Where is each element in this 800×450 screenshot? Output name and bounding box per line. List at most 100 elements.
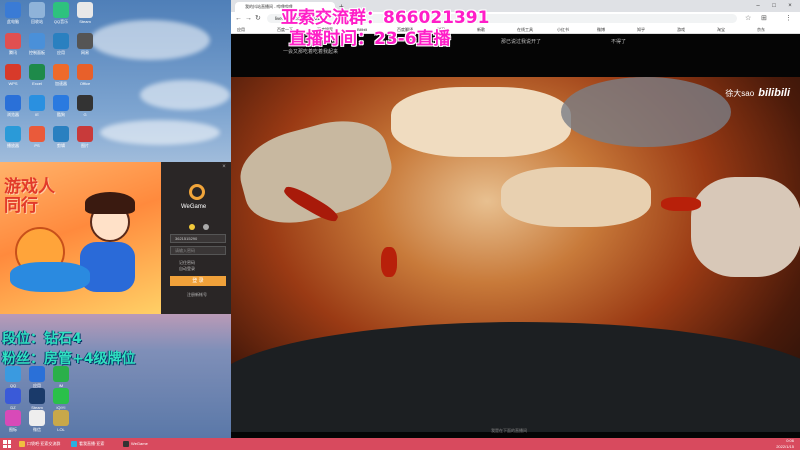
app-icon [77, 95, 93, 111]
desktop-icon[interactable]: 回收站 [26, 2, 48, 24]
app-icon [5, 95, 21, 111]
app-icon [5, 2, 21, 18]
desktop-icon[interactable]: Steam [74, 2, 96, 24]
desktop-icon[interactable]: 应用 [26, 366, 48, 388]
app-icon [29, 33, 45, 49]
chili [661, 197, 701, 211]
desktop-icon-label: Excel [32, 81, 42, 86]
reload-icon[interactable]: ↻ [255, 12, 261, 25]
desktop-icon[interactable]: 加速器 [50, 64, 72, 86]
bookmark-item[interactable]: 小红书 [557, 25, 569, 34]
desktop-icon[interactable]: 微信 [26, 410, 48, 432]
app-icon [29, 2, 45, 18]
taskbar-app-label: WeGame [131, 441, 148, 446]
desktop-icon[interactable]: Steam [26, 388, 48, 410]
desktop-icon[interactable]: 酷狗 [50, 95, 72, 117]
bookmark-item[interactable]: 淘宝 [717, 25, 725, 34]
qq-login-icon[interactable] [189, 224, 195, 230]
app-icon [29, 410, 45, 426]
bookmark-item[interactable]: 知乎 [637, 25, 645, 34]
video-watermark: 徐大sao bilibili [725, 87, 790, 99]
desktop-icon-label: IE [35, 112, 39, 117]
taskbar-app-button[interactable]: 看我直播·亚索 [70, 439, 104, 449]
wegame-banner-title: 游戏人 同行 [4, 178, 55, 216]
register-link[interactable]: 注册新帐号 [187, 292, 207, 298]
desktop-icon[interactable]: 剪辑 [50, 126, 72, 148]
app-icon [77, 126, 93, 142]
auto-login-checkbox[interactable]: 自动登录 [179, 266, 195, 272]
desktop-icon[interactable]: Excel [26, 64, 48, 86]
cloud-shape [100, 120, 220, 145]
app-icon [5, 388, 21, 404]
desktop-icon[interactable]: 应用 [50, 33, 72, 55]
bookmark-item[interactable]: 微博 [597, 25, 605, 34]
lyric-line-1: 一会又那吃着吃着我起来 [283, 49, 339, 55]
desktop-icon[interactable]: 图片 [74, 126, 96, 148]
desktop-icon[interactable]: DZ [2, 388, 24, 410]
desktop-icon[interactable]: QQ音乐 [50, 2, 72, 24]
star-icon[interactable]: ☆ [745, 12, 751, 25]
desktop-icon[interactable]: 腾讯 [2, 33, 24, 55]
desktop-icon[interactable]: Office [74, 64, 96, 86]
app-icon [77, 64, 93, 80]
desktop-icon-label: 播放器 [7, 143, 19, 148]
bookmark-item[interactable]: 在线工具 [517, 25, 533, 34]
desktop-icon[interactable]: LOL [50, 410, 72, 432]
app-icon [5, 126, 21, 142]
password-field[interactable]: 请输入密码 [170, 246, 226, 255]
app-icon [5, 366, 21, 382]
fans-overlay-text: 粉丝：房管+4级牌位 [2, 351, 136, 367]
maximize-icon[interactable]: □ [767, 0, 781, 12]
desktop-icon-label: 控制面板 [29, 50, 45, 55]
menu-icon[interactable]: ⋮ [785, 12, 792, 25]
bookmark-item[interactable]: 游戏 [677, 25, 685, 34]
desktop-icon-label: 回收站 [31, 19, 43, 24]
wegame-login-panel: × WeGame 3621515290 请输入密码 记住密码 自动登录 登 录 … [161, 162, 231, 314]
taskbar-app-label: 口袋吧·亚索交流群 [27, 441, 61, 446]
desktop-icon[interactable]: WPS [2, 64, 24, 86]
wechat-login-icon[interactable] [203, 224, 210, 230]
desktop-icon[interactable]: IE [26, 95, 48, 117]
desktop-icon[interactable]: 此电脑 [2, 2, 24, 24]
bookmark-item[interactable]: 京东 [757, 25, 765, 34]
desktop-icon[interactable]: 浏览器 [2, 95, 24, 117]
close-icon[interactable]: × [783, 0, 797, 12]
browser-window: 我的抖站直播间 - 哔哩哔哩 + – □ × ← → ↻ live.bilibi… [231, 0, 800, 438]
wegame-close-icon[interactable]: × [217, 162, 231, 172]
desktop-icon[interactable]: 网易 [74, 33, 96, 55]
windows-start-icon[interactable] [3, 440, 11, 448]
taskbar-app-button[interactable]: WeGame [122, 439, 148, 449]
desktop-icon[interactable]: iM [50, 366, 72, 388]
banner-title-line1: 游戏人 [4, 177, 55, 197]
rank-overlay-text: 段位：钻石4 [2, 331, 82, 347]
video-player[interactable]: 徐大sao bilibili [231, 77, 800, 432]
desktop-icon[interactable]: 控制面板 [26, 33, 48, 55]
wegame-login-window: 游戏人 同行 × WeGame 3621515290 请输入密码 记住密码 自动… [0, 162, 231, 314]
minimize-icon[interactable]: – [751, 0, 765, 12]
desktop-icon-label: 剪辑 [57, 143, 65, 148]
extensions-icon[interactable]: ⊞ [761, 12, 767, 25]
app-icon [29, 126, 45, 142]
app-icon [29, 388, 45, 404]
food-chunk [391, 87, 571, 157]
login-button[interactable]: 登 录 [170, 276, 226, 286]
forward-icon[interactable]: → [245, 12, 252, 25]
video-subtitle: 我是在下面的直播间 [491, 428, 527, 433]
wegame-logo-icon [189, 184, 205, 200]
bookmark-item[interactable]: 应用 [237, 25, 245, 34]
desktop-icon-label: 图标 [9, 427, 17, 432]
desktop-icon[interactable]: iQIYI [50, 388, 72, 410]
system-tray-clock[interactable]: 0:06 2022/1/15 [776, 438, 794, 450]
app-icon [5, 33, 21, 49]
desktop-icon[interactable]: G [74, 95, 96, 117]
desktop-icon[interactable]: QQ [2, 366, 24, 388]
desktop-icon[interactable]: 图标 [2, 410, 24, 432]
desktop-icon-label: 加速器 [55, 81, 67, 86]
account-field[interactable]: 3621515290 [170, 234, 226, 243]
desktop-icon[interactable]: 播放器 [2, 126, 24, 148]
desktop-icon[interactable]: PS [26, 126, 48, 148]
taskbar-app-button[interactable]: 口袋吧·亚索交流群 [18, 439, 60, 449]
back-icon[interactable]: ← [235, 12, 242, 25]
ladle [561, 77, 731, 147]
food-chunk [691, 177, 800, 277]
